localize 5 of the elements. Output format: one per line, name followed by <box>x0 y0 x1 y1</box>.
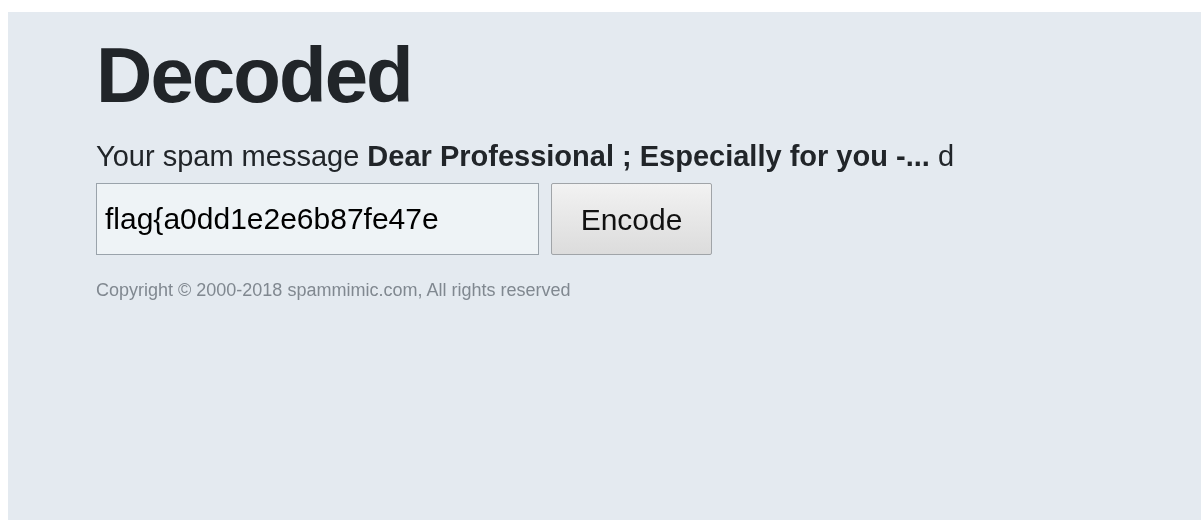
message-text: Your spam message Dear Professional ; Especially for you -... d <box>96 142 954 171</box>
copyright-text: Copyright © 2000-2018 spammimic.com, All rights reserved <box>96 279 571 302</box>
page-heading: Decoded <box>96 36 412 114</box>
input-field[interactable]: flag{a0dd1e2e6b87fe47e <box>96 183 539 255</box>
encode-button[interactable]: Encode <box>551 183 712 255</box>
